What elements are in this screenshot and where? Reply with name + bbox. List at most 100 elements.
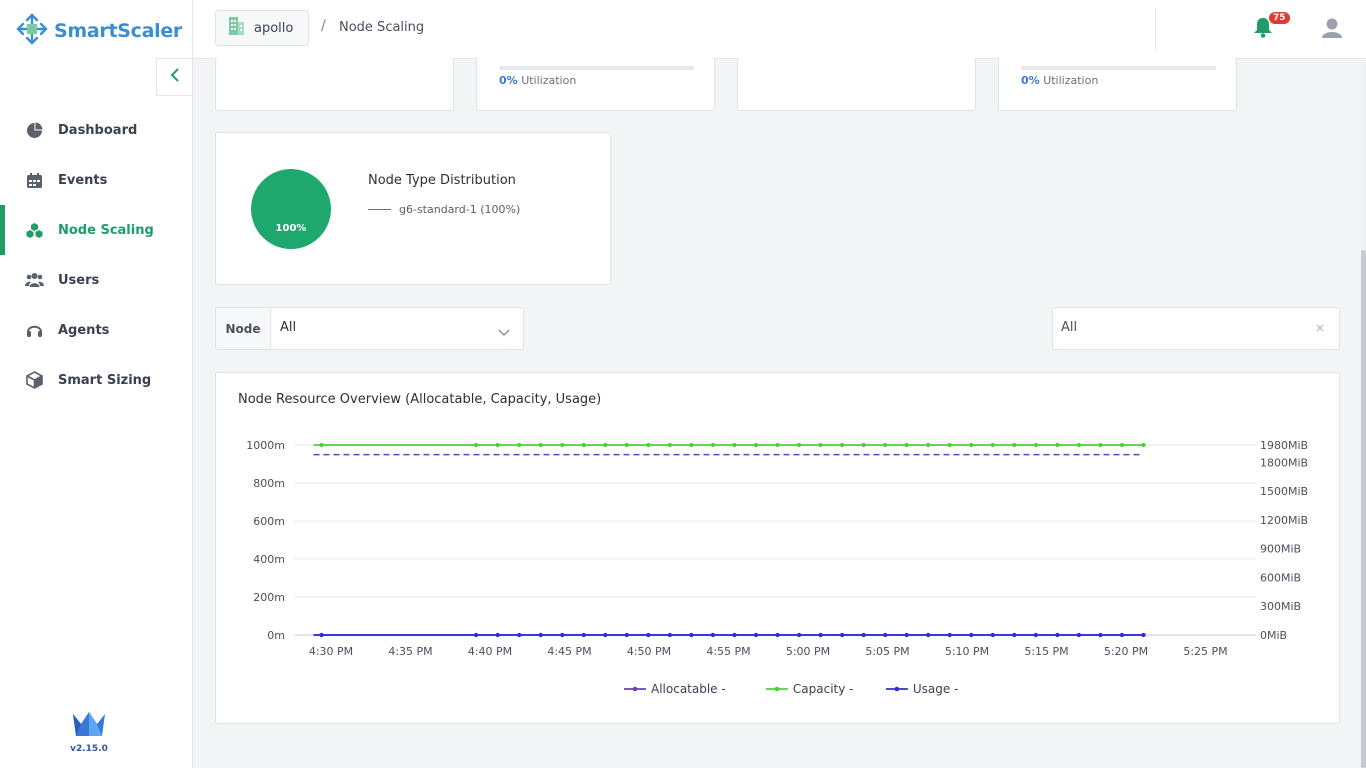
data-point[interactable] — [1098, 632, 1103, 638]
node-filter-select[interactable]: Node All — [215, 307, 524, 350]
data-point[interactable] — [990, 632, 995, 638]
data-point[interactable] — [603, 632, 608, 638]
data-point[interactable] — [667, 442, 672, 448]
data-point[interactable] — [818, 632, 823, 638]
data-point[interactable] — [969, 442, 974, 448]
legend-label[interactable]: Usage - — [913, 682, 959, 696]
y-axis-left-tick-label: 600m — [253, 515, 285, 528]
data-point[interactable] — [581, 632, 586, 638]
data-point[interactable] — [1119, 442, 1125, 448]
data-point[interactable] — [667, 632, 672, 638]
data-point[interactable] — [861, 632, 866, 638]
data-point[interactable] — [969, 632, 974, 638]
data-point[interactable] — [560, 442, 565, 448]
data-point[interactable] — [753, 632, 759, 638]
data-point[interactable] — [1076, 632, 1082, 638]
data-point[interactable] — [710, 442, 716, 448]
data-point[interactable] — [883, 632, 888, 638]
data-point[interactable] — [495, 632, 500, 638]
legend-label[interactable]: Allocatable - — [651, 682, 726, 696]
utilization-label: Utilization — [1043, 74, 1099, 87]
data-point[interactable] — [319, 632, 324, 638]
data-point[interactable] — [1012, 632, 1017, 638]
data-point[interactable] — [818, 442, 823, 448]
data-point[interactable] — [517, 442, 522, 448]
sidebar-nav: Dashboard Events Node Scaling Users Agen… — [0, 105, 192, 405]
data-point[interactable] — [1012, 442, 1017, 448]
data-point[interactable] — [796, 632, 802, 638]
close-icon[interactable]: × — [1315, 321, 1325, 335]
data-point[interactable] — [1076, 442, 1082, 448]
data-point[interactable] — [883, 442, 888, 448]
sidebar-item-smart-sizing[interactable]: Smart Sizing — [0, 355, 192, 405]
data-point[interactable] — [904, 442, 909, 448]
utilization-label: Utilization — [521, 74, 577, 87]
data-point[interactable] — [474, 632, 479, 638]
data-point[interactable] — [689, 442, 694, 448]
legend-label: g6-standard-1 (100%) — [399, 203, 521, 216]
breadcrumb-separator: / — [321, 18, 326, 34]
data-point[interactable] — [926, 442, 931, 448]
pie-slice[interactable] — [251, 169, 331, 249]
sidebar-item-users[interactable]: Users — [0, 255, 192, 305]
data-point[interactable] — [646, 442, 651, 448]
data-point[interactable] — [560, 632, 565, 638]
data-point[interactable] — [1141, 632, 1146, 638]
sidebar-item-dashboard[interactable]: Dashboard — [0, 105, 192, 155]
data-point[interactable] — [732, 632, 737, 638]
data-point[interactable] — [775, 442, 780, 448]
data-point[interactable] — [753, 442, 759, 448]
data-point[interactable] — [1119, 632, 1125, 638]
data-point[interactable] — [689, 632, 694, 638]
collapse-sidebar-button[interactable] — [156, 58, 192, 96]
data-point[interactable] — [603, 442, 608, 448]
data-point[interactable] — [581, 442, 586, 448]
data-point[interactable] — [517, 632, 522, 638]
data-point[interactable] — [538, 442, 543, 448]
node-filter-value: All — [280, 320, 297, 335]
distribution-pie[interactable]: 100% — [251, 169, 331, 249]
filter-select[interactable]: All × — [1052, 307, 1340, 350]
data-point[interactable] — [710, 632, 716, 638]
utilization-bar — [499, 66, 694, 70]
data-point[interactable] — [1055, 442, 1060, 448]
scrollbar[interactable] — [1361, 60, 1366, 768]
data-point[interactable] — [624, 442, 629, 448]
node-resource-chart-card: Node Resource Overview (Allocatable, Cap… — [215, 372, 1340, 724]
data-point[interactable] — [624, 632, 629, 638]
chevron-down-icon[interactable] — [498, 322, 510, 341]
data-point[interactable] — [1098, 442, 1103, 448]
data-point[interactable] — [947, 442, 952, 448]
data-point[interactable] — [1033, 632, 1038, 638]
y-axis-left-tick-label: 0m — [267, 629, 285, 642]
scrollbar-thumb[interactable] — [1361, 250, 1366, 768]
data-point[interactable] — [904, 632, 909, 638]
data-point[interactable] — [840, 442, 845, 448]
data-point[interactable] — [732, 442, 737, 448]
data-point[interactable] — [646, 632, 651, 638]
top-bar: apollo / Node Scaling 75 — [193, 0, 1366, 59]
sidebar-item-node-scaling[interactable]: Node Scaling — [0, 205, 192, 255]
sidebar-item-events[interactable]: Events — [0, 155, 192, 205]
data-point[interactable] — [840, 632, 845, 638]
data-point[interactable] — [1033, 442, 1038, 448]
data-point[interactable] — [990, 442, 995, 448]
data-point[interactable] — [538, 632, 543, 638]
data-point[interactable] — [926, 632, 931, 638]
version-block: v2.15.0 — [60, 710, 118, 754]
data-point[interactable] — [775, 632, 780, 638]
data-point[interactable] — [1055, 632, 1060, 638]
data-point[interactable] — [796, 442, 802, 448]
app-logo[interactable]: SmartScaler — [16, 12, 182, 50]
data-point[interactable] — [1141, 442, 1146, 448]
data-point[interactable] — [495, 442, 500, 448]
data-point[interactable] — [947, 632, 952, 638]
user-avatar-icon[interactable] — [1321, 17, 1343, 43]
legend-label[interactable]: Capacity - — [793, 682, 854, 696]
data-point[interactable] — [319, 442, 324, 448]
cluster-selector[interactable]: apollo — [215, 10, 309, 46]
data-point[interactable] — [474, 442, 479, 448]
sidebar-item-agents[interactable]: Agents — [0, 305, 192, 355]
distribution-legend[interactable]: g6-standard-1 (100%) — [368, 203, 520, 216]
data-point[interactable] — [861, 442, 866, 448]
